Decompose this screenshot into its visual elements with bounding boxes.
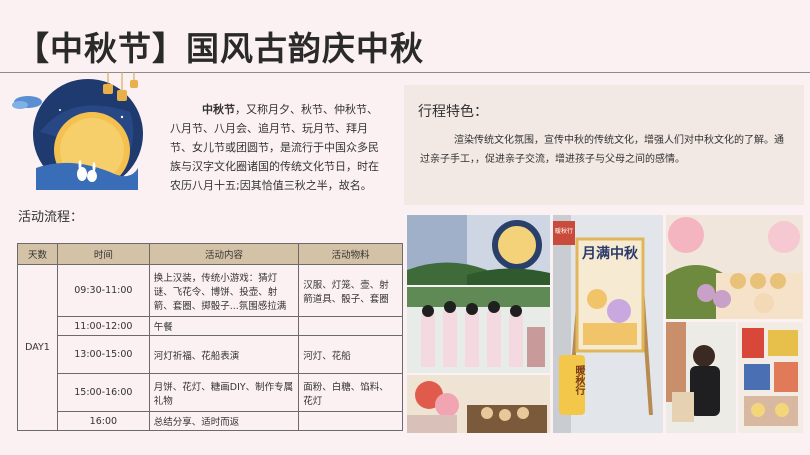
easel-sign-text: 月满中秋 [582,246,638,262]
materials-cell: 汉服、灯笼、壶、射箭道具、骰子、套圈 [298,264,403,317]
feature-title: 行程特色： [418,104,488,120]
content-cell: 换上汉装，传统小游戏：猜灯谜、飞花令、博饼、投壶、射箭、套圈、掷骰子...氛围感… [148,264,300,317]
time-cell: 15:00-16:00 [56,373,150,412]
materials-cell [298,316,403,336]
photo-lantern-crafts [738,322,803,433]
table-row: 11:00-12:00 午餐 [18,316,403,336]
intro-lead: 中秋节 [202,103,235,116]
materials-cell: 河灯、花船 [298,335,403,374]
content-cell: 午餐 [148,316,300,336]
header-materials: 活动物料 [298,243,403,265]
content-cell: 河灯祈福、花船表演 [148,335,300,374]
time-cell: 16:00 [56,411,150,431]
moon-illustration [10,72,150,192]
header-time: 时间 [56,243,150,265]
time-cell: 11:00-12:00 [56,316,150,336]
photo-mooncake-table [407,375,550,433]
table-row: DAY1 09:30-11:00 换上汉装，传统小游戏：猜灯谜、飞花令、博饼、投… [17,264,403,431]
feature-text: 渲染传统文化氛围，宣传中秋的传统文化，增强人们对中秋文化的了解。通过亲子手工，，… [420,135,784,165]
flow-title: 活动流程： [18,210,84,225]
header-day: 天数 [17,243,58,265]
intro-paragraph: 中秋节，又称月夕、秋节、仲秋节、八月节、八月会、追月节、玩月节、拜月节、女儿节或… [170,100,388,195]
table-row: 13:00-15:00 河灯祈福、花船表演 河灯、花船 [18,335,403,374]
photo-moon-decor [407,215,550,285]
table-row: 16:00 总结分享、适时而返 [18,411,403,431]
table-header-row: 天数 时间 活动内容 活动物料 [17,243,403,265]
time-cell: 09:30-11:00 [56,264,150,317]
logo-badge: 暖秋行 [554,228,573,235]
table-row: 15:00-16:00 月饼、花灯、糖画DIY、制作专属礼物 面粉、白糖、馅料、… [18,373,403,412]
day-cell: DAY1 [17,264,58,431]
content-cell: 月饼、花灯、糖画DIY、制作专属礼物 [148,373,300,412]
page-title: 【中秋节】国风古韵庆中秋 [16,29,424,68]
photo-group [407,287,550,373]
photo-collage: 月满中秋 暖秋行 暖秋行 [407,215,803,433]
photo-child-crafting [666,322,736,433]
header-content: 活动内容 [148,243,300,265]
feature-panel: 行程特色： 渲染传统文化氛围，宣传中秋的传统文化，增强人们对中秋文化的了解。通过… [404,85,804,205]
schedule-table: 天数 时间 活动内容 活动物料 DAY1 09:30-11:00 换上汉装，传统… [17,243,403,431]
time-cell: 13:00-15:00 [56,335,150,374]
easel-badge: 暖秋行 [573,365,584,395]
content-cell: 总结分享、适时而返 [148,411,300,431]
photo-pastries [666,215,803,319]
intro-body: ，又称月夕、秋节、仲秋节、八月节、八月会、追月节、玩月节、拜月节、女儿节或团圆节… [170,103,379,192]
materials-cell [298,411,403,431]
materials-cell: 面粉、白糖、馅料、花灯 [298,373,403,412]
photo-easel-sign: 月满中秋 暖秋行 暖秋行 [553,215,663,433]
